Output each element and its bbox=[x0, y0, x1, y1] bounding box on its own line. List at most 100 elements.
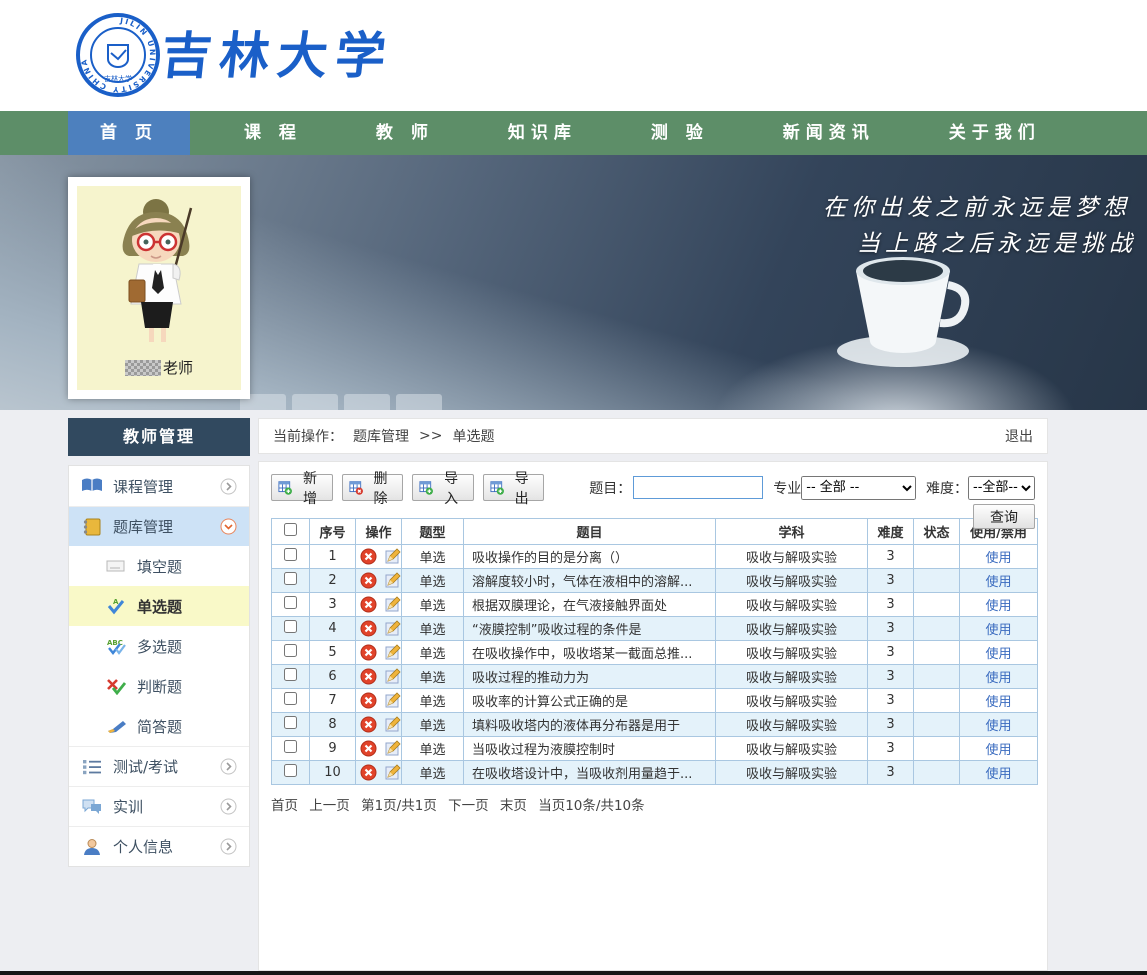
row-checkbox[interactable] bbox=[284, 644, 297, 657]
cell-subject: 吸收与解吸实验 bbox=[716, 689, 868, 713]
nav-item-teachers[interactable]: 教 师 bbox=[350, 111, 460, 155]
notebook-icon bbox=[81, 518, 103, 536]
row-checkbox[interactable] bbox=[284, 692, 297, 705]
edit-row-icon[interactable] bbox=[384, 764, 401, 781]
cell-status bbox=[914, 689, 960, 713]
add-button-label: 新增 bbox=[297, 468, 322, 508]
edit-row-icon[interactable] bbox=[384, 716, 401, 733]
delete-row-icon[interactable] bbox=[360, 596, 377, 613]
edit-row-icon[interactable] bbox=[384, 548, 401, 565]
table-row: 4 单选 “液膜控制”吸收过程的条件是 吸收与解吸实验 3 使用 bbox=[272, 617, 1038, 641]
pagination-next[interactable]: 下一页 bbox=[448, 798, 489, 814]
cell-actions bbox=[356, 689, 402, 713]
breadcrumb-current: 单选题 bbox=[452, 426, 494, 446]
use-link[interactable]: 使用 bbox=[960, 689, 1038, 713]
delete-button[interactable]: 删除 bbox=[342, 474, 404, 501]
nav-item-news[interactable]: 新闻资讯 bbox=[757, 111, 901, 155]
site-header: JILIN UNIVERSITY CHINA 吉林大学 吉林大学 bbox=[0, 0, 1147, 111]
cell-actions bbox=[356, 665, 402, 689]
delete-row-icon[interactable] bbox=[360, 572, 377, 589]
sidebar-item-short-answer[interactable]: 简答题 bbox=[69, 706, 249, 746]
delete-row-icon[interactable] bbox=[360, 548, 377, 565]
difficulty-select[interactable]: --全部-- bbox=[968, 476, 1035, 500]
pagination-prev[interactable]: 上一页 bbox=[309, 798, 350, 814]
row-checkbox[interactable] bbox=[284, 740, 297, 753]
sidebar-item-question-bank[interactable]: 题库管理 bbox=[69, 506, 249, 546]
pagination-first[interactable]: 首页 bbox=[271, 798, 298, 814]
nav-item-quiz[interactable]: 测 验 bbox=[625, 111, 735, 155]
cell-checkbox bbox=[272, 713, 310, 737]
sidebar-item-fill-blank[interactable]: 填空题 bbox=[69, 546, 249, 586]
sidebar-item-training[interactable]: 实训 bbox=[69, 786, 249, 826]
single-choice-check-icon: A bbox=[105, 597, 127, 615]
delete-row-icon[interactable] bbox=[360, 692, 377, 709]
row-checkbox[interactable] bbox=[284, 596, 297, 609]
use-link[interactable]: 使用 bbox=[960, 761, 1038, 785]
table-row: 5 单选 在吸收操作中，吸收塔某一截面总推... 吸收与解吸实验 3 使用 bbox=[272, 641, 1038, 665]
title-filter-input[interactable] bbox=[633, 476, 763, 499]
edit-row-icon[interactable] bbox=[384, 740, 401, 757]
delete-row-icon[interactable] bbox=[360, 764, 377, 781]
use-link[interactable]: 使用 bbox=[960, 617, 1038, 641]
cell-title: 吸收率的计算公式正确的是 bbox=[464, 689, 716, 713]
row-checkbox[interactable] bbox=[284, 548, 297, 561]
delete-row-icon[interactable] bbox=[360, 644, 377, 661]
cell-subject: 吸收与解吸实验 bbox=[716, 761, 868, 785]
major-select[interactable]: -- 全部 -- bbox=[801, 476, 916, 500]
cell-difficulty: 3 bbox=[868, 545, 914, 569]
edit-row-icon[interactable] bbox=[384, 668, 401, 685]
delete-row-icon[interactable] bbox=[360, 620, 377, 637]
nav-item-about[interactable]: 关于我们 bbox=[923, 111, 1067, 155]
use-link[interactable]: 使用 bbox=[960, 713, 1038, 737]
edit-row-icon[interactable] bbox=[384, 644, 401, 661]
nav-item-home[interactable]: 首 页 bbox=[68, 111, 190, 155]
cell-actions bbox=[356, 713, 402, 737]
breadcrumb-section[interactable]: 题库管理 bbox=[353, 426, 409, 446]
logout-button[interactable]: 退出 bbox=[1005, 426, 1033, 446]
use-link[interactable]: 使用 bbox=[960, 569, 1038, 593]
sidebar-item-personal-info[interactable]: 个人信息 bbox=[69, 826, 249, 866]
use-link[interactable]: 使用 bbox=[960, 545, 1038, 569]
breadcrumb: 当前操作： 题库管理 >> 单选题 退出 bbox=[258, 418, 1048, 454]
keyboard-decoration bbox=[240, 394, 442, 410]
row-checkbox[interactable] bbox=[284, 668, 297, 681]
import-button[interactable]: 导入 bbox=[412, 474, 474, 501]
edit-row-icon[interactable] bbox=[384, 572, 401, 589]
row-checkbox[interactable] bbox=[284, 620, 297, 633]
select-all-checkbox[interactable] bbox=[284, 523, 297, 536]
sidebar-item-course-mgmt[interactable]: 课程管理 bbox=[69, 466, 249, 506]
sidebar-item-single-choice[interactable]: A 单选题 bbox=[69, 586, 249, 626]
sidebar-item-tests-exams[interactable]: 测试/考试 bbox=[69, 746, 249, 786]
sidebar: 教师管理 课程管理 题库管理 bbox=[68, 418, 250, 867]
delete-row-icon[interactable] bbox=[360, 668, 377, 685]
title-filter-label: 题目： bbox=[589, 478, 631, 498]
delete-row-icon[interactable] bbox=[360, 740, 377, 757]
row-checkbox[interactable] bbox=[284, 572, 297, 585]
row-checkbox[interactable] bbox=[284, 764, 297, 777]
nav-item-courses[interactable]: 课 程 bbox=[218, 111, 328, 155]
hero-banner: 在你出发之前永远是梦想 当上路之后永远是挑战 bbox=[0, 155, 1147, 410]
sidebar-item-multi-choice[interactable]: ABC 多选题 bbox=[69, 626, 249, 666]
nav-item-knowledge[interactable]: 知识库 bbox=[482, 111, 603, 155]
use-link[interactable]: 使用 bbox=[960, 593, 1038, 617]
add-button[interactable]: 新增 bbox=[271, 474, 333, 501]
edit-row-icon[interactable] bbox=[384, 620, 401, 637]
cell-title: “液膜控制”吸收过程的条件是 bbox=[464, 617, 716, 641]
cell-subject: 吸收与解吸实验 bbox=[716, 713, 868, 737]
row-checkbox[interactable] bbox=[284, 716, 297, 729]
list-icon bbox=[81, 758, 103, 776]
use-link[interactable]: 使用 bbox=[960, 737, 1038, 761]
edit-row-icon[interactable] bbox=[384, 692, 401, 709]
delete-row-icon[interactable] bbox=[360, 716, 377, 733]
export-button[interactable]: 导出 bbox=[483, 474, 545, 501]
use-link[interactable]: 使用 bbox=[960, 665, 1038, 689]
pagination-last[interactable]: 末页 bbox=[500, 798, 527, 814]
edit-row-icon[interactable] bbox=[384, 596, 401, 613]
cell-subject: 吸收与解吸实验 bbox=[716, 737, 868, 761]
cell-number: 1 bbox=[310, 545, 356, 569]
sidebar-item-true-false[interactable]: 判断题 bbox=[69, 666, 249, 706]
chevron-right-icon bbox=[220, 838, 237, 855]
query-button[interactable]: 查询 bbox=[973, 504, 1035, 529]
use-link[interactable]: 使用 bbox=[960, 641, 1038, 665]
sidebar-item-label: 单选题 bbox=[137, 596, 182, 617]
